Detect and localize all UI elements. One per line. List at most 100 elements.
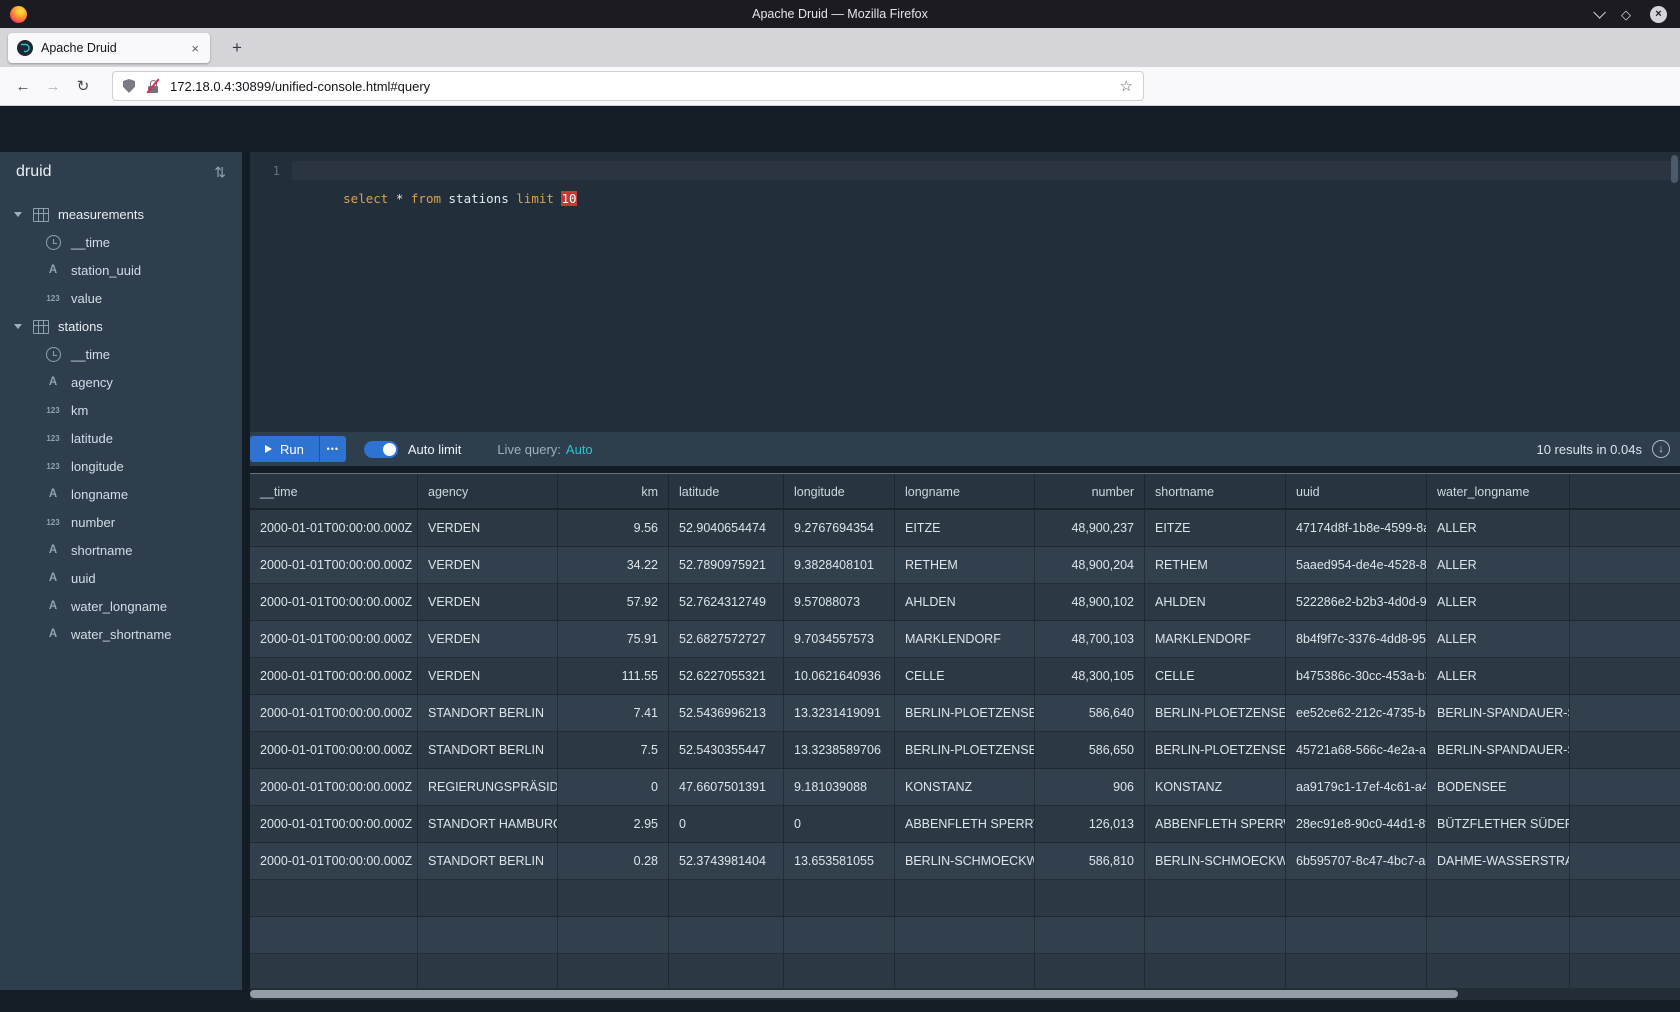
- sort-icon[interactable]: ⇅: [214, 164, 226, 181]
- cell-km: 7.5: [558, 732, 669, 769]
- schema-tree: measurements __time station_uuid: [0, 192, 242, 648]
- window-close-icon[interactable]: ×: [1650, 6, 1667, 23]
- tree-item[interactable]: longitude: [0, 452, 242, 480]
- column-header-uuid[interactable]: uuid: [1286, 474, 1427, 510]
- column-type-icon: [44, 458, 62, 474]
- download-icon[interactable]: ↓: [1652, 440, 1670, 458]
- insecure-lock-icon[interactable]: [146, 78, 160, 94]
- chevron-down-icon[interactable]: [14, 324, 22, 329]
- tree-item[interactable]: station_uuid: [0, 256, 242, 284]
- cell-agency: REGIERUNGSPRÄSIDIUM TÜBINGEN: [418, 769, 558, 806]
- filler-cell: [1570, 474, 1680, 510]
- cell-km: 9.56: [558, 510, 669, 547]
- table-row: [250, 917, 1680, 954]
- column-header-agency[interactable]: agency: [418, 474, 558, 510]
- tracking-shield-icon[interactable]: [123, 79, 135, 93]
- column-header-__time[interactable]: __time: [250, 474, 418, 510]
- tree-item[interactable]: stations: [0, 312, 242, 340]
- new-tab-button[interactable]: +: [224, 35, 250, 61]
- cell-water_longname: BERLIN-SPANDAUER-SCHIFFFAHRTSKANAL: [1427, 695, 1570, 732]
- table-row: 2000-01-01T00:00:00.000ZVERDEN111.5552.6…: [250, 658, 1680, 695]
- cell-number: 586,810: [1035, 843, 1145, 880]
- cell-longname: BERLIN-PLOETZENSEE UP: [895, 732, 1035, 769]
- column-type-icon: [44, 598, 62, 614]
- cell-agency: [418, 880, 558, 917]
- table-row: 2000-01-01T00:00:00.000ZREGIERUNGSPRÄSID…: [250, 769, 1680, 806]
- column-header-longname[interactable]: longname: [895, 474, 1035, 510]
- tree-item[interactable]: value: [0, 284, 242, 312]
- tree-item[interactable]: number: [0, 508, 242, 536]
- column-header-water_longname[interactable]: water_longname: [1427, 474, 1570, 510]
- screen: Apache Druid — Mozilla Firefox ◇ × Apach…: [0, 0, 1680, 1012]
- cell-longname: AHLDEN: [895, 584, 1035, 621]
- tree-item[interactable]: agency: [0, 368, 242, 396]
- forward-button[interactable]: →: [38, 71, 68, 101]
- cell-latitude: [669, 954, 784, 988]
- run-button[interactable]: Run: [250, 436, 319, 462]
- cell-shortname: ABBENFLETH SPERRWERK: [1145, 806, 1286, 843]
- window-maximize-icon[interactable]: ◇: [1621, 8, 1631, 21]
- cell-number: [1035, 880, 1145, 917]
- url-text[interactable]: 172.18.0.4:30899/unified-console.html#qu…: [170, 79, 1120, 94]
- cell-longitude: 9.7034557573: [784, 621, 895, 658]
- back-button[interactable]: ←: [8, 71, 38, 101]
- table-row: 2000-01-01T00:00:00.000ZVERDEN9.5652.904…: [250, 510, 1680, 547]
- cell-longitude: 13.3238589706: [784, 732, 895, 769]
- code-token: stations: [441, 191, 516, 206]
- table-row: [250, 954, 1680, 988]
- tree-item-label: water_shortname: [71, 627, 171, 642]
- url-bar[interactable]: 172.18.0.4:30899/unified-console.html#qu…: [112, 71, 1144, 101]
- tree-item[interactable]: __time: [0, 228, 242, 256]
- live-query: Live query:Auto: [497, 442, 592, 457]
- column-header-number[interactable]: number: [1035, 474, 1145, 510]
- cell-agency: STANDORT BERLIN: [418, 843, 558, 880]
- cell-longitude: 13.653581055: [784, 843, 895, 880]
- tree-item[interactable]: shortname: [0, 536, 242, 564]
- window-minimize-icon[interactable]: [1593, 6, 1606, 19]
- cell-km: 2.95: [558, 806, 669, 843]
- cell-uuid: aa9179c1-17ef-4c61-a48: [1286, 769, 1427, 806]
- cell-longname: CELLE: [895, 658, 1035, 695]
- tree-item[interactable]: km: [0, 396, 242, 424]
- tree-item[interactable]: __time: [0, 340, 242, 368]
- cell-uuid: b475386c-30cc-453a-b30: [1286, 658, 1427, 695]
- browser-tab[interactable]: Apache Druid ×: [8, 33, 210, 63]
- horizontal-scrollbar-thumb[interactable]: [250, 990, 1458, 998]
- code-token: 10: [561, 191, 576, 206]
- code-token: limit: [516, 191, 554, 206]
- cell-number: 586,650: [1035, 732, 1145, 769]
- run-more-button[interactable]: •••: [319, 436, 346, 462]
- query-editor[interactable]: 1 select * from stations limit 10: [250, 152, 1680, 432]
- reload-button[interactable]: ↻: [68, 71, 98, 101]
- firefox-icon: [10, 6, 27, 23]
- cell-water_longname: ALLER: [1427, 621, 1570, 658]
- tree-item[interactable]: measurements: [0, 200, 242, 228]
- tree-item[interactable]: latitude: [0, 424, 242, 452]
- cell-shortname: [1145, 917, 1286, 954]
- cell-water_longname: ALLER: [1427, 584, 1570, 621]
- editor-code-line[interactable]: select * from stations limit 10: [292, 161, 1680, 180]
- cell-water_longname: ALLER: [1427, 547, 1570, 584]
- column-header-latitude[interactable]: latitude: [669, 474, 784, 510]
- column-type-icon: [31, 318, 49, 334]
- filler-cell: [1570, 695, 1680, 732]
- auto-limit-toggle[interactable]: [364, 441, 398, 458]
- cell-__time: 2000-01-01T00:00:00.000Z: [250, 658, 418, 695]
- column-header-longitude[interactable]: longitude: [784, 474, 895, 510]
- filler-cell: [1570, 732, 1680, 769]
- bookmark-star-icon[interactable]: ☆: [1120, 77, 1133, 95]
- column-header-shortname[interactable]: shortname: [1145, 474, 1286, 510]
- chevron-down-icon[interactable]: [14, 212, 22, 217]
- tree-item[interactable]: water_longname: [0, 592, 242, 620]
- column-header-km[interactable]: km: [558, 474, 669, 510]
- column-type-icon: [44, 374, 62, 390]
- cell-longname: [895, 917, 1035, 954]
- tree-item[interactable]: longname: [0, 480, 242, 508]
- editor-scrollbar-thumb[interactable]: [1671, 155, 1678, 183]
- live-query-value[interactable]: Auto: [566, 442, 593, 457]
- tree-item[interactable]: water_shortname: [0, 620, 242, 648]
- cell-longname: RETHEM: [895, 547, 1035, 584]
- tab-close-icon[interactable]: ×: [189, 41, 201, 56]
- tree-item[interactable]: uuid: [0, 564, 242, 592]
- cell-longitude: 9.3828408101: [784, 547, 895, 584]
